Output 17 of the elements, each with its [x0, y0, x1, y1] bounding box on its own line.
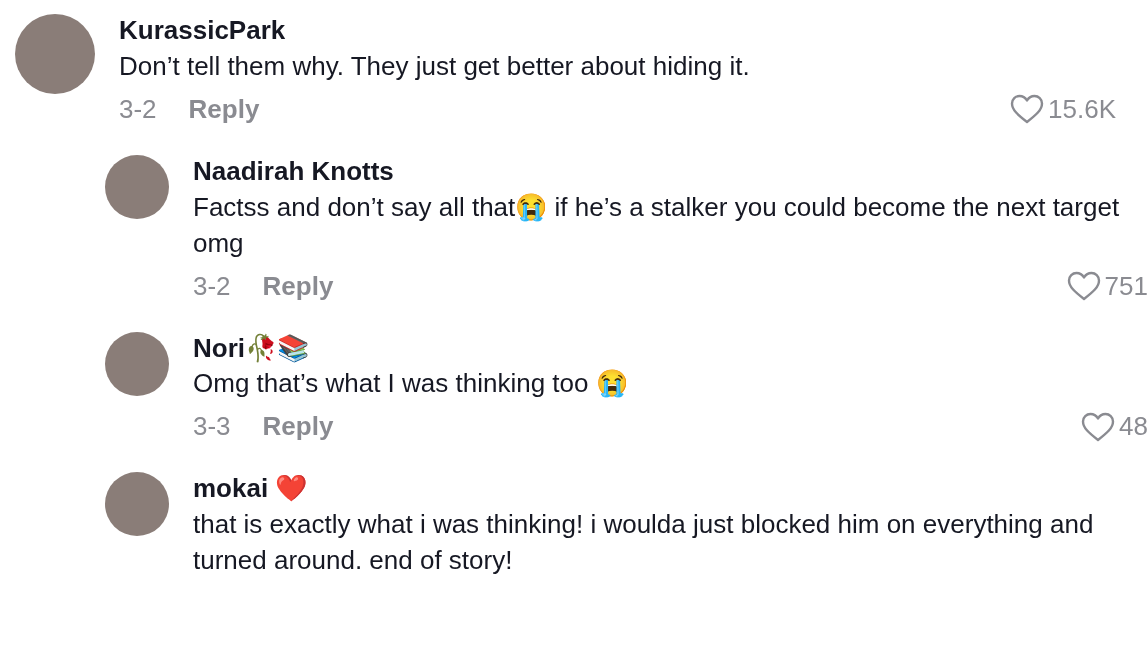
- username[interactable]: Nori🥀📚: [193, 331, 1148, 366]
- username[interactable]: Naadirah Knotts: [193, 154, 1148, 189]
- like-count: 15.6K: [1048, 92, 1116, 126]
- like-count: 48: [1119, 410, 1148, 444]
- comment-date: 3-3: [193, 410, 231, 444]
- like-count: 751: [1104, 269, 1148, 303]
- comment-date: 3-2: [119, 92, 157, 126]
- comment-date: 3-2: [193, 269, 231, 303]
- comment-text: Factss and don’t say all that😭 if he’s a stalker you could become the next target omg: [193, 190, 1121, 260]
- comment-text: Omg that’s what I was thinking too 😭: [193, 367, 629, 401]
- comment-text: that is exactly what i was thinking! i woulda just blocked him on everything and turned around. end of story!: [193, 508, 1095, 578]
- heart-icon[interactable]: [1081, 411, 1116, 442]
- comment-text: Don’t tell them why. They just get better about hiding it.: [119, 49, 751, 83]
- heart-icon[interactable]: [1066, 271, 1101, 302]
- username[interactable]: KurassicPark: [119, 14, 1116, 48]
- heart-icon[interactable]: [1010, 94, 1045, 125]
- username[interactable]: mokai ❤: [193, 472, 1148, 507]
